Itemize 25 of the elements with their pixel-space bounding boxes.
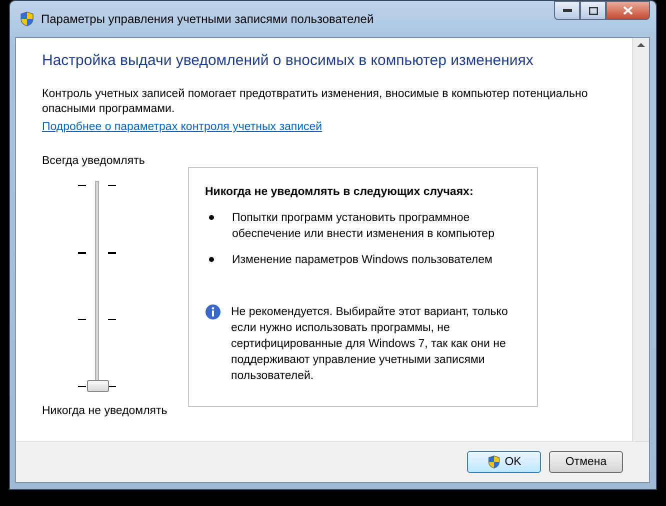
bullet-icon: [209, 257, 214, 262]
close-icon: [623, 6, 633, 15]
slider-top-label: Всегда уведомлять: [42, 155, 146, 167]
info-icon: [205, 304, 221, 320]
window-title: Параметры управления учетными записями пользователей: [41, 12, 375, 26]
bullet-text: Изменение параметров Windows пользователем: [232, 253, 492, 268]
intro-text: Контроль учетных записей помогает предотвратить изменения, вносимые в компьютер потенциально опасными программами.: [42, 87, 589, 117]
warning-note: Не рекомендуется. Выбирайте этот вариант, только если нужно использовать программы, не сертифицированные для Windows 7, так как они не поддерживают управление учетными записями пользователей.: [231, 305, 509, 384]
slider-thumb[interactable]: [87, 380, 109, 392]
maximize-button[interactable]: [580, 1, 606, 20]
bullet-icon: [209, 215, 214, 220]
bullet-text: Попытки программ установить программное обеспечение или внести изменения в компьютер: [232, 211, 496, 242]
shield-icon: [486, 455, 501, 469]
minimize-button[interactable]: [554, 1, 580, 20]
page-heading: Настройка выдачи уведомлений о вносимых в компьютер изменениях: [42, 52, 534, 69]
slider-bottom-label: Никогда не уведомлять: [42, 405, 168, 417]
shield-icon: [19, 11, 35, 27]
scrollbar[interactable]: [632, 38, 649, 441]
cancel-button[interactable]: Отмена: [549, 451, 623, 473]
close-button[interactable]: [606, 1, 650, 20]
maximize-icon: [588, 6, 598, 14]
ok-button[interactable]: OK: [467, 451, 541, 473]
help-link[interactable]: Подробнее о параметрах контроля учетных записей: [42, 121, 322, 133]
minimize-icon: [562, 9, 572, 12]
panel-title: Никогда не уведомлять в следующих случаях:: [205, 186, 474, 198]
